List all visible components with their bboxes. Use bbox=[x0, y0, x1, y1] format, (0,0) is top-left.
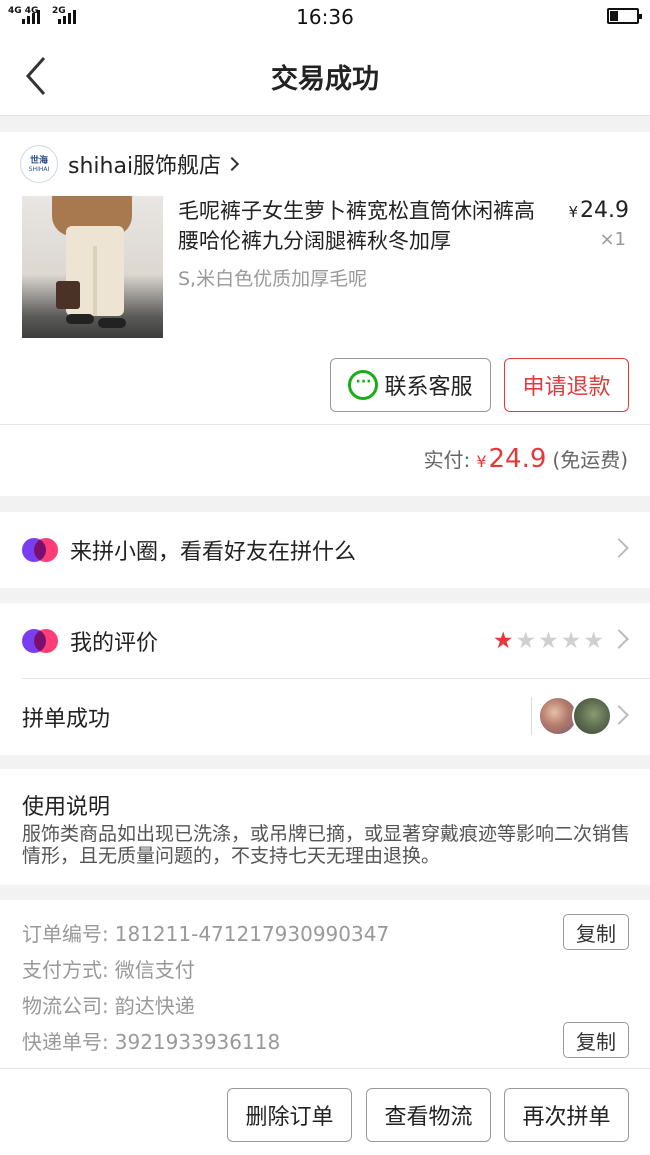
status-bar: 4G 4G 2G 16:36 bbox=[0, 0, 650, 36]
chevron-right-icon bbox=[609, 538, 629, 558]
usage-title: 使用说明 bbox=[22, 795, 111, 820]
my-review-label: 我的评价 bbox=[70, 631, 159, 656]
product-title[interactable]: 毛呢裤子女生萝卜裤宽松直筒休闲裤高腰哈伦裤九分阔腿裤秋冬加厚 bbox=[178, 196, 550, 256]
product-spec: S,米白色优质加厚毛呢 bbox=[178, 268, 368, 290]
usage-text: 服饰类商品如出现已洗涤，或吊牌已摘，或显著穿戴痕迹等影响二次销售情形，且无质量问… bbox=[22, 823, 631, 867]
friends-circle-label: 来拼小圈，看看好友在拼什么 bbox=[70, 540, 357, 565]
order-info-card: 订单编号: 181211-471217930990347 复制 支付方式: 微信支付… bbox=[0, 900, 650, 1068]
battery-icon bbox=[607, 8, 642, 24]
star-empty-icon: ★ bbox=[583, 628, 604, 654]
contact-service-button[interactable]: 联系客服 bbox=[330, 358, 491, 412]
order-card: 世海 SHIHAI shihai服饰舰店 毛呢裤子女生萝卜裤宽松直筒休闲裤高腰哈… bbox=[0, 132, 650, 496]
bottom-action-bar: 删除订单 查看物流 再次拼单 bbox=[0, 1068, 650, 1155]
payment-method-line: 支付方式: 微信支付 bbox=[22, 958, 195, 982]
refund-button[interactable]: 申请退款 bbox=[504, 358, 629, 412]
clock: 16:36 bbox=[296, 5, 354, 29]
star-empty-icon: ★ bbox=[515, 628, 537, 654]
shop-name: shihai服饰舰店 bbox=[68, 154, 222, 179]
shop-link[interactable]: 世海 SHIHAI shihai服饰舰店 bbox=[20, 144, 240, 184]
star-empty-icon: ★ bbox=[560, 628, 582, 654]
courier-line: 物流公司: 韵达快递 bbox=[22, 994, 195, 1018]
divider bbox=[0, 424, 650, 425]
rating-stars: ★ ★ ★ ★ ★ bbox=[493, 629, 604, 653]
view-logistics-button[interactable]: 查看物流 bbox=[366, 1088, 491, 1142]
product-quantity: ×1 bbox=[599, 229, 626, 250]
star-empty-icon: ★ bbox=[538, 628, 559, 654]
product-price: ¥24.9 bbox=[568, 198, 629, 223]
paid-total: 实付: ¥ 24.9 (免运费) bbox=[423, 444, 628, 474]
circle-logo-icon bbox=[22, 538, 58, 562]
star-filled-icon: ★ bbox=[492, 628, 514, 654]
avatar bbox=[572, 696, 612, 736]
chevron-right-icon bbox=[609, 705, 629, 725]
copy-tracking-number-button[interactable]: 复制 bbox=[563, 1022, 629, 1058]
chevron-right-icon bbox=[609, 629, 629, 649]
friends-circle-row[interactable]: 来拼小圈，看看好友在拼什么 bbox=[0, 512, 650, 588]
my-review-row[interactable]: 我的评价 ★ ★ ★ ★ ★ bbox=[0, 603, 650, 679]
regroup-button[interactable]: 再次拼单 bbox=[504, 1088, 629, 1142]
chevron-right-icon bbox=[224, 156, 240, 172]
group-avatars bbox=[531, 696, 612, 736]
usage-note-card: 使用说明 服饰类商品如出现已洗涤，或吊牌已摘，或显著穿戴痕迹等影响二次销售情形，… bbox=[0, 769, 650, 885]
chat-bubble-icon bbox=[348, 370, 379, 400]
shop-logo: 世海 SHIHAI bbox=[20, 145, 58, 183]
review-logo-icon bbox=[22, 629, 58, 653]
tracking-number-line: 快递单号: 3921933936118 bbox=[22, 1030, 281, 1054]
group-success-row[interactable]: 拼单成功 bbox=[0, 679, 650, 755]
page-title: 交易成功 bbox=[271, 64, 379, 95]
nav-bar: 交易成功 bbox=[0, 36, 650, 116]
order-number-line: 订单编号: 181211-471217930990347 bbox=[22, 922, 390, 946]
product-thumbnail[interactable] bbox=[22, 196, 163, 338]
delete-order-button[interactable]: 删除订单 bbox=[227, 1088, 352, 1142]
copy-order-number-button[interactable]: 复制 bbox=[563, 914, 629, 950]
group-success-label: 拼单成功 bbox=[22, 707, 111, 732]
